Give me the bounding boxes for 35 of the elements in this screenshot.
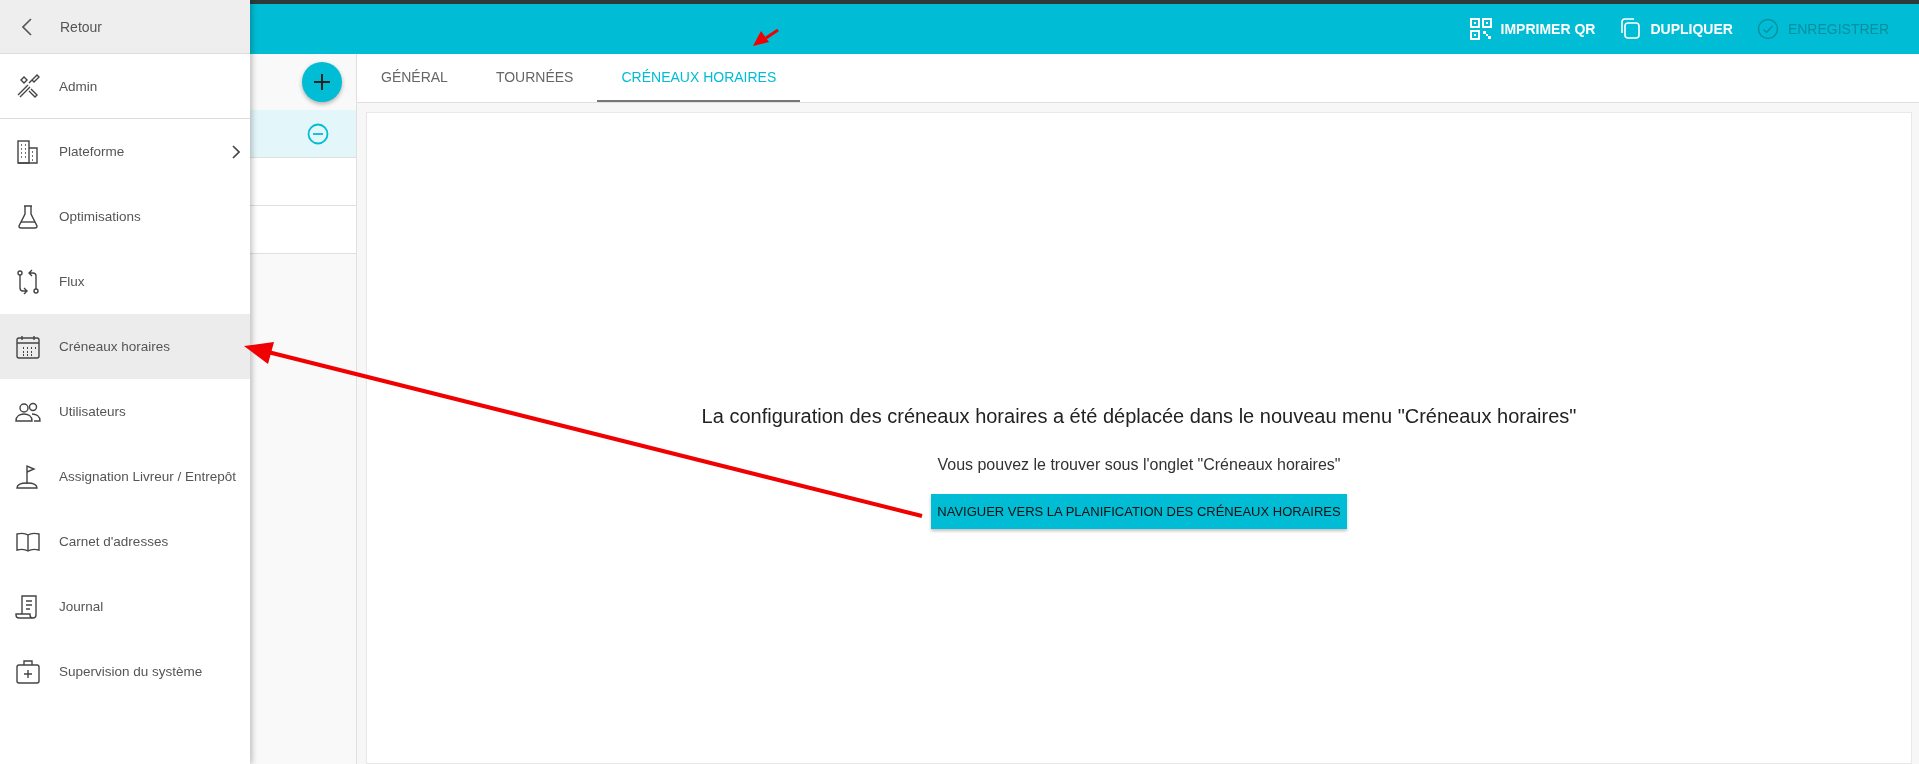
golf-flag-icon [15, 463, 41, 490]
flask-icon [15, 203, 41, 230]
drawer-menu-item[interactable]: Assignation Livreur / Entrepôt [0, 444, 250, 509]
drawer-menu-item[interactable]: Optimisations [0, 184, 250, 249]
tools-icon [15, 73, 41, 99]
drawer-menu-item[interactable]: Journal [0, 574, 250, 639]
drawer-menu-item[interactable]: Plateforme [0, 119, 250, 184]
annotation-arrow [753, 28, 779, 46]
calendar-icon [15, 333, 41, 360]
qr-code-icon [1469, 18, 1492, 40]
chevron-right-icon [232, 144, 240, 159]
notice-text: Vous pouvez le trouver sous l'onglet "Créneaux horaires" [937, 456, 1341, 474]
flow-arrows-icon [15, 268, 41, 295]
list-row[interactable] [250, 158, 356, 206]
drawer-menu-item[interactable]: Flux [0, 249, 250, 314]
drawer-menu-item[interactable]: Carnet d'adresses [0, 509, 250, 574]
list-row[interactable] [250, 110, 356, 158]
drawer-menu-item[interactable]: Admin [0, 54, 250, 119]
navigate-button[interactable]: NAVIGUER VERS LA PLANIFICATION DES CRÉNEAUX HORAIRES [931, 494, 1347, 529]
drawer-menu-item[interactable]: Supervision du système [0, 639, 250, 704]
notice-title: La configuration des créneaux horaires a été déplacée dans le nouveau menu "Créneaux horaires" [701, 405, 1577, 428]
tab[interactable]: TOURNÉES [471, 54, 598, 102]
list-row[interactable] [250, 206, 356, 254]
back-button[interactable]: Retour [0, 0, 250, 54]
drawer-menu-item[interactable]: Utilisateurs [0, 379, 250, 444]
remove-circle-icon[interactable] [307, 122, 329, 145]
building-icon [15, 138, 41, 165]
check-circle-icon [1756, 18, 1779, 40]
tab[interactable]: GÉNÉRAL [357, 54, 472, 102]
medical-case-icon [15, 658, 41, 685]
add-button[interactable] [302, 62, 342, 102]
copy-icon [1619, 18, 1642, 40]
drawer-menu-item[interactable]: Créneaux horaires [0, 314, 250, 379]
back-chevron-icon [22, 17, 32, 36]
plus-icon [313, 73, 331, 91]
